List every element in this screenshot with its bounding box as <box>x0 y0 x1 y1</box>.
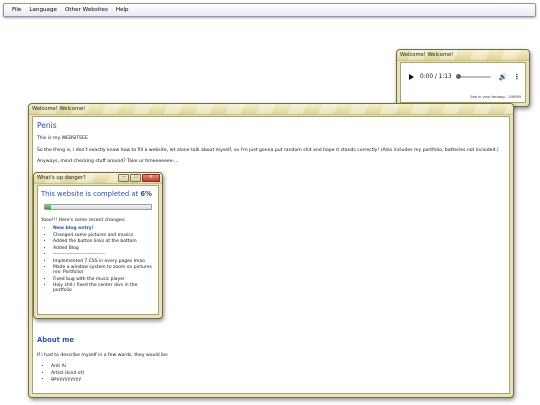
play-icon[interactable] <box>409 74 414 80</box>
menu-bar: File Language Other Websites Help <box>3 3 536 17</box>
volume-icon[interactable]: 🔊 <box>499 73 508 81</box>
popup-window-title[interactable]: What's up danger? — ☐ ✕ <box>34 173 162 184</box>
completion-progress-bar <box>44 204 152 210</box>
menu-other-websites[interactable]: Other Websites <box>65 7 108 13</box>
close-button[interactable]: ✕ <box>142 174 160 182</box>
main-window-title[interactable]: Welcome! Welcome! <box>29 104 513 115</box>
audio-player: 0:00 / 1:13 🔊 ⋮ <box>405 67 521 87</box>
music-window-title[interactable]: Welcome! Welcome! <box>397 50 529 61</box>
popup-window-content: This website is completed at 6% Yooo!!! … <box>37 185 159 315</box>
music-credit: See in your fantasy - OMORI <box>470 95 521 99</box>
intro-paragraph-3: Anyways, mind checking stuff around? Tak… <box>37 159 179 164</box>
popup-title-text: What's up danger? <box>37 175 86 181</box>
list-item: -------------------------------- <box>53 252 155 257</box>
menu-help[interactable]: Help <box>116 7 129 13</box>
about-list: Anti Ai Artist (kind of) gayyyyyyyyy <box>37 364 84 384</box>
list-item: Changed some pictures and musics <box>53 233 155 238</box>
more-options-icon[interactable]: ⋮ <box>513 73 520 81</box>
list-item: Fixed bug with the music player <box>53 277 155 282</box>
changes-intro: Yooo!!! Here's some recent changes: <box>41 218 126 223</box>
seek-knob[interactable] <box>455 74 461 79</box>
progress-fill <box>45 205 52 209</box>
music-window: Welcome! Welcome! 0:00 / 1:13 🔊 ⋮ See in… <box>396 49 530 107</box>
music-window-content: 0:00 / 1:13 🔊 ⋮ See in your fantasy - OM… <box>400 62 526 103</box>
main-heading: Penis <box>37 121 57 130</box>
completion-headline: This website is completed at 6% <box>41 190 155 198</box>
audio-seek-slider[interactable] <box>455 74 491 79</box>
progress-popup-window: What's up danger? — ☐ ✕ This website is … <box>33 172 163 319</box>
menu-language[interactable]: Language <box>29 7 57 13</box>
completion-prefix: This website is completed at <box>41 190 141 198</box>
list-item: Made a window system to zoom on pictures… <box>53 265 155 275</box>
list-item: Anti Ai <box>51 364 84 369</box>
list-item: Added Blog <box>53 246 155 251</box>
window-controls: — ☐ ✕ <box>117 174 160 182</box>
changes-list: New blog entry! Changed some pictures an… <box>41 226 155 294</box>
about-heading: About me <box>37 336 74 344</box>
completion-percent: 6% <box>140 190 152 198</box>
list-item: Added the button links at the bottom <box>53 239 155 244</box>
list-item: Holy shit i fixed the center divs in the… <box>53 283 155 293</box>
menu-file[interactable]: File <box>12 7 21 13</box>
list-item: Artist (kind of) <box>51 371 84 376</box>
audio-time: 0:00 / 1:13 <box>420 74 452 80</box>
intro-paragraph-1: This is my WEBSITEEE <box>37 136 88 141</box>
minimize-button[interactable]: — <box>118 174 129 182</box>
list-item: Implemented 7.CSS in every pages lmao <box>53 259 155 264</box>
intro-paragraph-2: So the thing is, i don't exactly know ho… <box>37 147 499 153</box>
maximize-button[interactable]: ☐ <box>130 174 141 182</box>
list-item: gayyyyyyyyy <box>51 377 84 382</box>
list-item: New blog entry! <box>53 226 155 231</box>
about-text: If i had to describe myself in a few wor… <box>37 353 169 358</box>
